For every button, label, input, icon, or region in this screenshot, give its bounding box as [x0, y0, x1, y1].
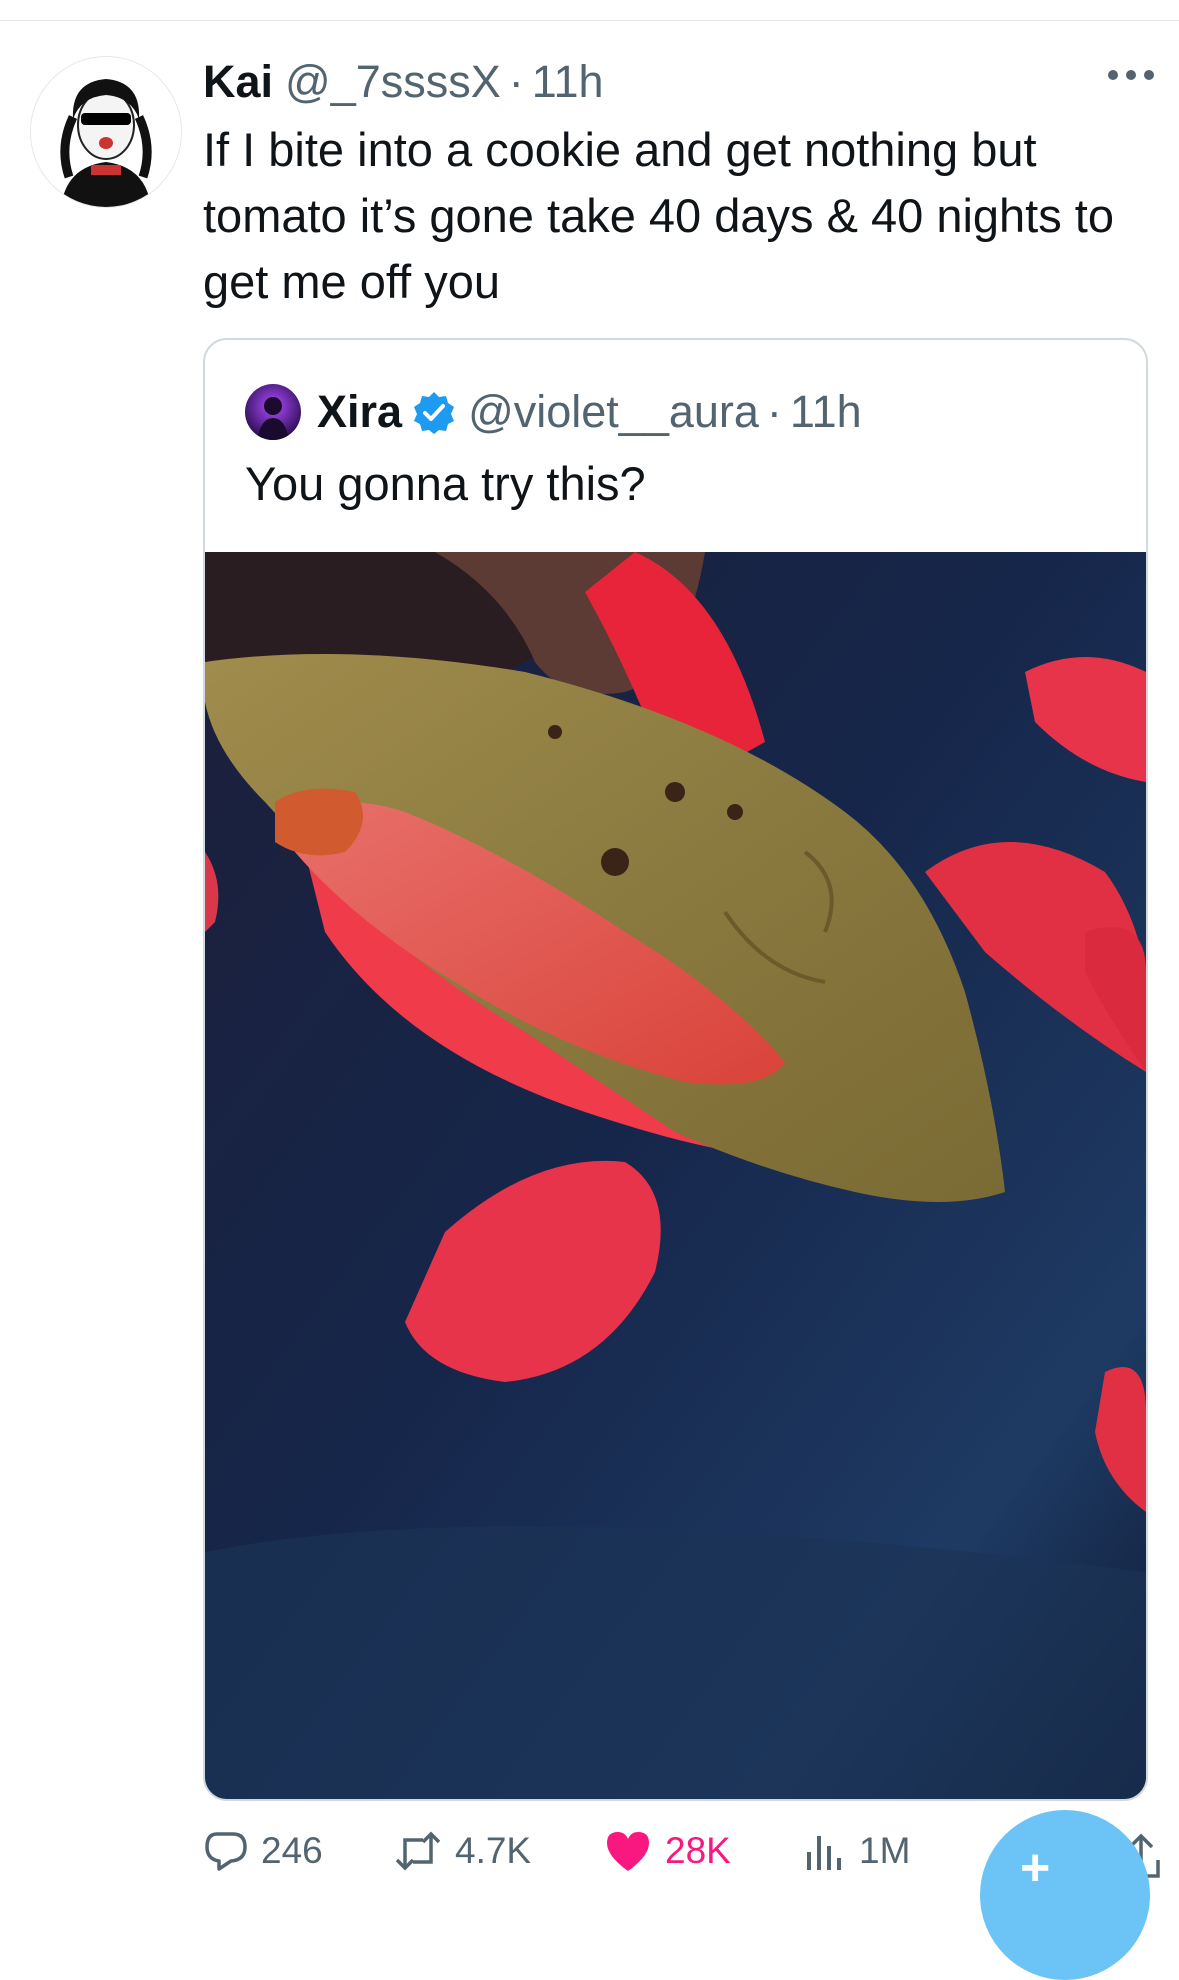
tweet-time[interactable]: 11h [532, 56, 604, 108]
separator-dot: · [508, 56, 524, 107]
quote-author-avatar[interactable] [245, 384, 301, 440]
quote-text: You gonna try this? [245, 457, 646, 510]
retweet-icon [395, 1831, 441, 1871]
verified-icon [414, 392, 455, 434]
reply-button[interactable]: 246 [203, 1828, 323, 1874]
quote-time[interactable]: 11h [790, 386, 862, 438]
views-icon [807, 1836, 841, 1870]
reply-icon [205, 1832, 247, 1871]
like-button[interactable]: 28K [603, 1828, 731, 1874]
views-button[interactable]: 1M [803, 1828, 910, 1874]
more-icon[interactable] [1103, 60, 1159, 90]
quote-media-photo[interactable] [205, 552, 1146, 1799]
quote-author-name[interactable]: Xira [317, 386, 402, 438]
view-count: 1M [859, 1830, 911, 1871]
retweet-count: 4.7K [455, 1830, 532, 1871]
like-count: 28K [665, 1830, 731, 1871]
author-name[interactable]: Kai [203, 56, 273, 108]
quote-author-handle[interactable]: @violet__aura [468, 386, 759, 438]
author-handle[interactable]: @_7ssssX [285, 56, 501, 108]
retweet-button[interactable]: 4.7K [393, 1828, 531, 1874]
tweet-header: Kai @_7ssssX · 11h [203, 52, 1159, 112]
compose-button[interactable]: + [980, 1810, 1150, 1980]
tweet-text: If I bite into a cookie and get nothing … [203, 123, 1114, 308]
quote-header: Xira @violet__aura · 11h [245, 382, 862, 442]
compose-icon: + [1020, 1839, 1051, 1897]
quote-separator-dot: · [766, 386, 782, 437]
reply-count: 246 [261, 1830, 323, 1871]
like-icon [607, 1832, 649, 1871]
author-avatar[interactable] [30, 56, 182, 208]
quote-tweet-card[interactable]: Xira @violet__aura · 11h You gonna try t… [203, 338, 1148, 1801]
top-divider [0, 20, 1179, 21]
